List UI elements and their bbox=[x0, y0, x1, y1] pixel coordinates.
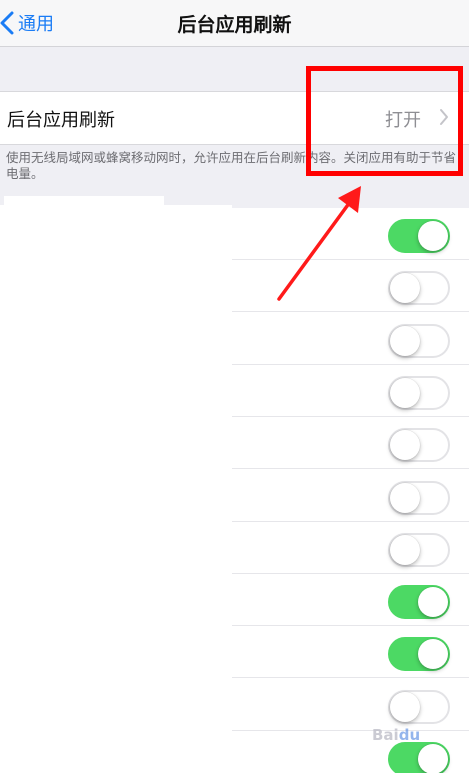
navigation-bar: 通用 后台应用刷新 bbox=[0, 0, 469, 47]
toggle-knob bbox=[390, 482, 420, 513]
page-title: 后台应用刷新 bbox=[177, 14, 292, 36]
app-refresh-toggle[interactable] bbox=[388, 532, 450, 567]
toggle-knob bbox=[418, 639, 448, 670]
redaction-mask bbox=[0, 205, 232, 773]
app-refresh-toggle[interactable] bbox=[388, 585, 450, 620]
toggle-knob bbox=[390, 377, 420, 408]
toggle-knob bbox=[390, 430, 420, 461]
toggle-knob bbox=[390, 325, 420, 356]
screen: 通用 后台应用刷新 后台应用刷新 打开 使用无线局域网或蜂窝移动网时，允许应用在… bbox=[0, 0, 469, 773]
app-refresh-toggle[interactable] bbox=[388, 375, 450, 410]
app-refresh-toggle[interactable] bbox=[388, 428, 450, 463]
toggle-knob bbox=[390, 534, 420, 565]
setting-label: 后台应用刷新 bbox=[7, 110, 115, 131]
toggle-knob bbox=[418, 221, 448, 251]
app-refresh-toggle[interactable] bbox=[388, 271, 450, 306]
app-refresh-toggle[interactable] bbox=[388, 742, 450, 773]
app-refresh-toggle[interactable] bbox=[388, 323, 450, 358]
app-refresh-toggle[interactable] bbox=[388, 637, 450, 672]
toggle-knob bbox=[390, 273, 420, 304]
annotation-highlight-box bbox=[306, 66, 463, 176]
app-refresh-toggle[interactable] bbox=[388, 689, 450, 724]
toggle-knob bbox=[390, 691, 420, 722]
watermark-logo: Baidu bbox=[372, 726, 421, 744]
app-refresh-toggle[interactable] bbox=[388, 219, 450, 253]
toggle-knob bbox=[418, 744, 448, 773]
toggle-knob bbox=[418, 587, 448, 618]
app-refresh-toggle[interactable] bbox=[388, 480, 450, 515]
